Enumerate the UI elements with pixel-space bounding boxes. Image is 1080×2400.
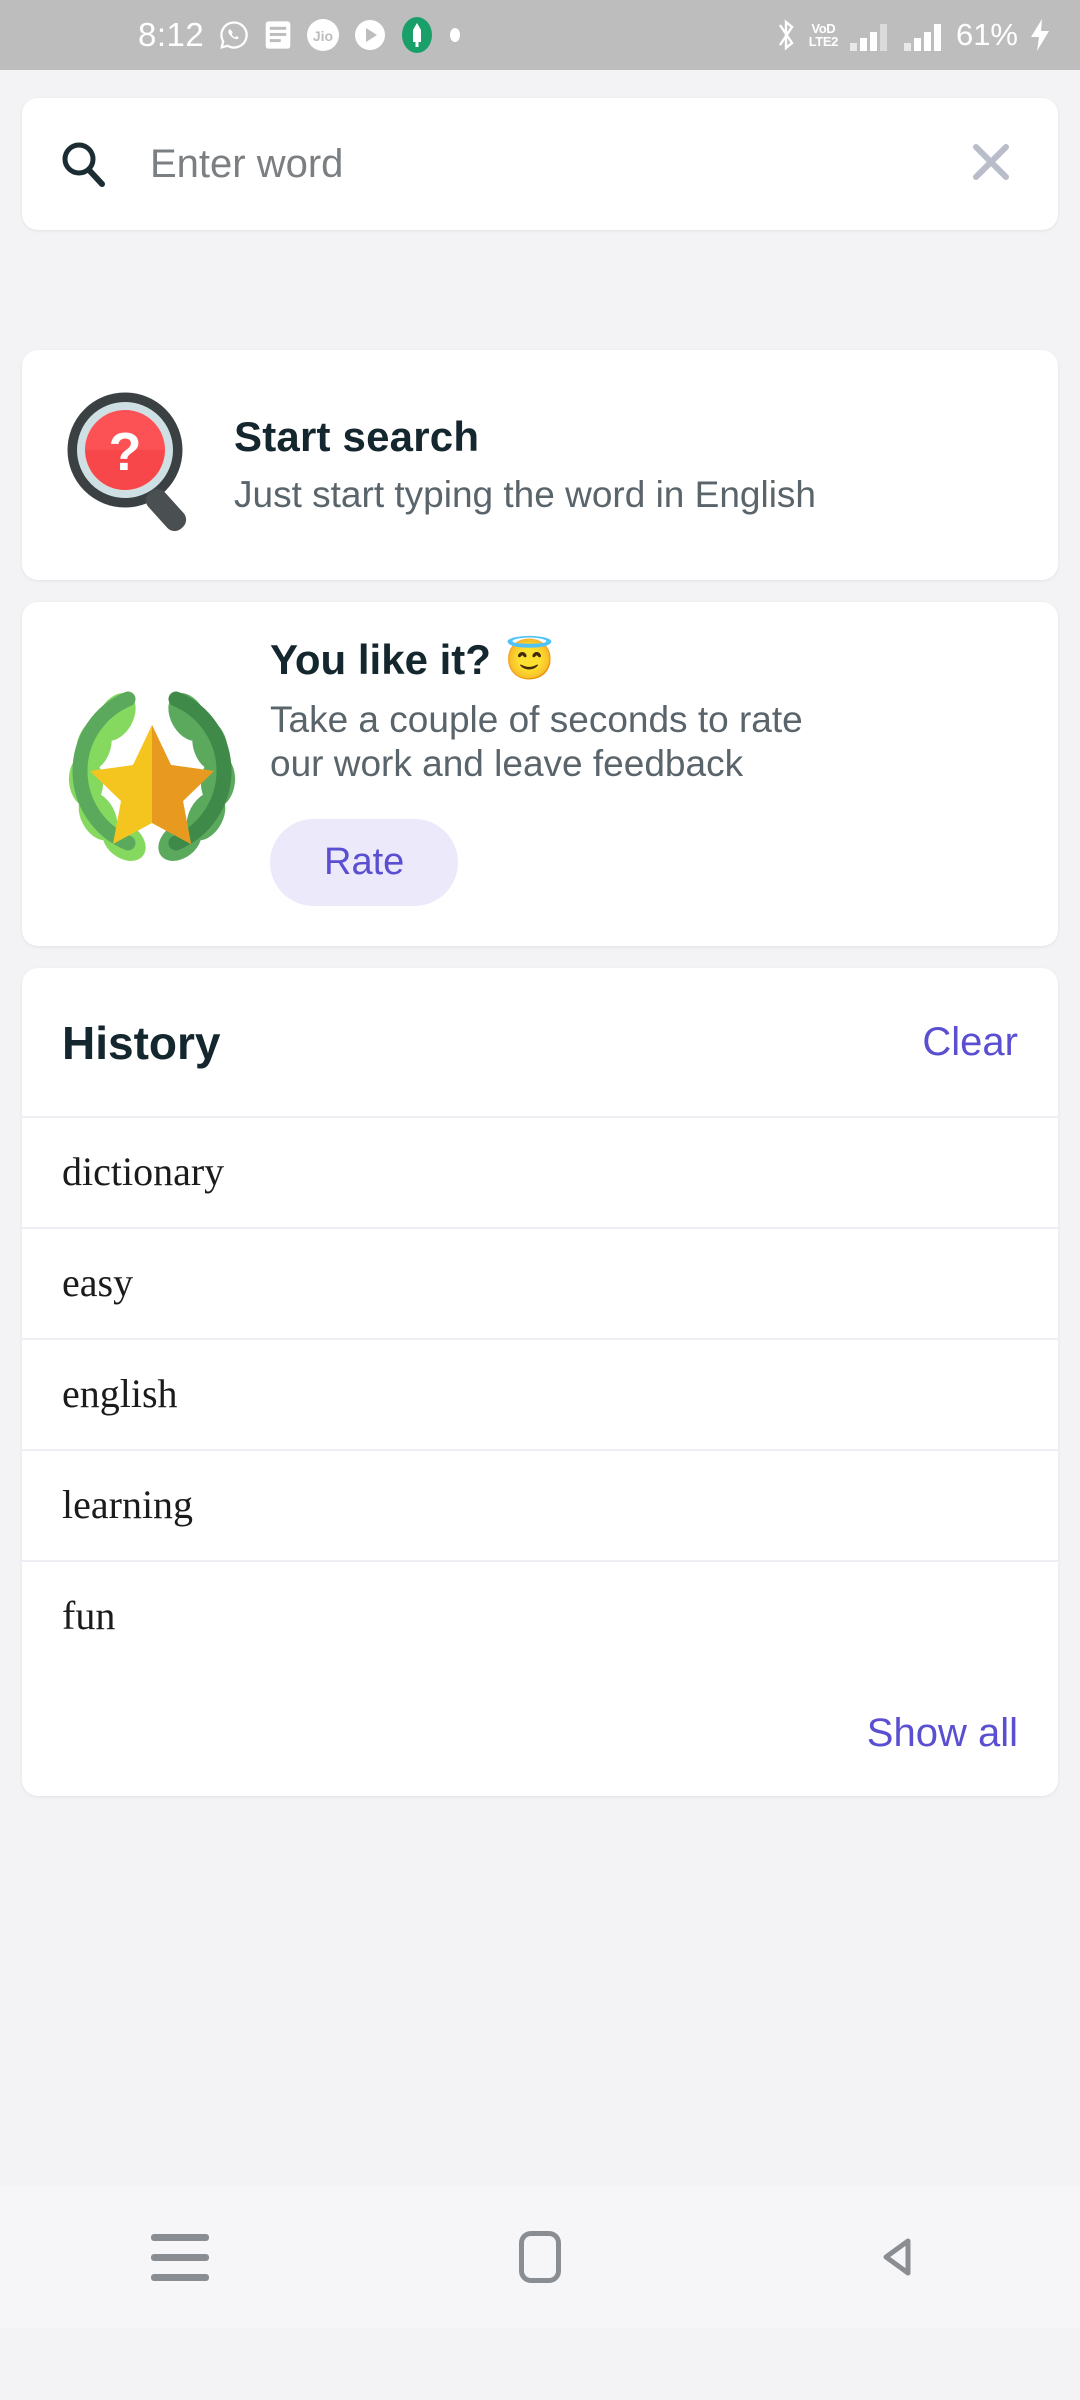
svg-text:Jio: Jio [313, 28, 333, 44]
search-bar[interactable] [22, 98, 1058, 230]
dot-icon [448, 25, 462, 45]
show-all-button[interactable]: Show all [867, 1711, 1018, 1756]
whatsapp-icon [218, 19, 250, 51]
volte-icon: VoD LTE2 [808, 22, 839, 49]
rate-card-body: You like it? 😇 Take a couple of seconds … [270, 636, 1028, 906]
rate-card: You like it? 😇 Take a couple of seconds … [22, 602, 1058, 946]
bluetooth-icon [773, 17, 799, 53]
home-square-icon[interactable] [460, 2186, 620, 2328]
close-icon[interactable] [958, 129, 1024, 200]
laurel-star-icon [52, 673, 252, 869]
search-icon [56, 137, 110, 191]
status-bar-right: VoD LTE2 61% [773, 17, 1052, 53]
clear-history-button[interactable]: Clear [922, 1020, 1018, 1065]
history-header: History Clear [22, 968, 1058, 1116]
jio-icon: Jio [306, 18, 340, 52]
play-icon [354, 19, 386, 51]
start-search-card[interactable]: ? Start search Just start typing the wor… [22, 350, 1058, 580]
volte-line-2: LTE2 [808, 34, 839, 49]
history-item[interactable]: learning [22, 1448, 1058, 1560]
message-icon [264, 20, 292, 50]
history-card: History Clear dictionary easy english le… [22, 967, 1058, 1796]
history-footer: Show all [22, 1671, 1058, 1796]
magnifier-question-icon: ? [56, 390, 212, 540]
top-spacer [22, 70, 1058, 98]
angel-emoji-icon: 😇 [504, 638, 555, 682]
svg-text:?: ? [109, 422, 142, 482]
rate-card-subtitle: Take a couple of seconds to rate our wor… [270, 699, 803, 785]
back-triangle-icon[interactable] [820, 2186, 980, 2328]
rate-card-title-row: You like it? 😇 [270, 636, 1028, 684]
status-bar: 8:12 Jio VoD LTE2 61% [0, 0, 1080, 70]
android-nav-bar [0, 2186, 1080, 2328]
app-screen: ? Start search Just start typing the wor… [0, 70, 1080, 2328]
start-search-subtitle: Just start typing the word in English [234, 474, 817, 516]
clock: 8:12 [138, 16, 205, 53]
home-square [519, 2231, 561, 2283]
start-search-text: Start search Just start typing the word … [234, 413, 816, 517]
rate-card-title: You like it? [270, 636, 491, 683]
recents-menu-icon[interactable] [100, 2186, 260, 2328]
recents-lines [151, 2233, 209, 2281]
history-item[interactable]: english [22, 1337, 1058, 1449]
history-item[interactable]: dictionary [22, 1115, 1058, 1227]
signal-bars-sim2-icon [902, 17, 946, 53]
rate-button[interactable]: Rate [270, 818, 459, 906]
start-search-title: Start search [234, 413, 480, 461]
search-input[interactable] [150, 141, 958, 187]
signal-bars-sim1-icon [848, 17, 892, 53]
battery-percent: 61% [955, 17, 1018, 52]
history-item[interactable]: fun [22, 1559, 1058, 1671]
status-bar-left: 8:12 Jio [138, 16, 462, 54]
pen-app-icon [400, 16, 434, 54]
history-title: History [62, 1016, 221, 1069]
history-item[interactable]: easy [22, 1226, 1058, 1338]
charging-bolt-icon [1028, 18, 1052, 52]
